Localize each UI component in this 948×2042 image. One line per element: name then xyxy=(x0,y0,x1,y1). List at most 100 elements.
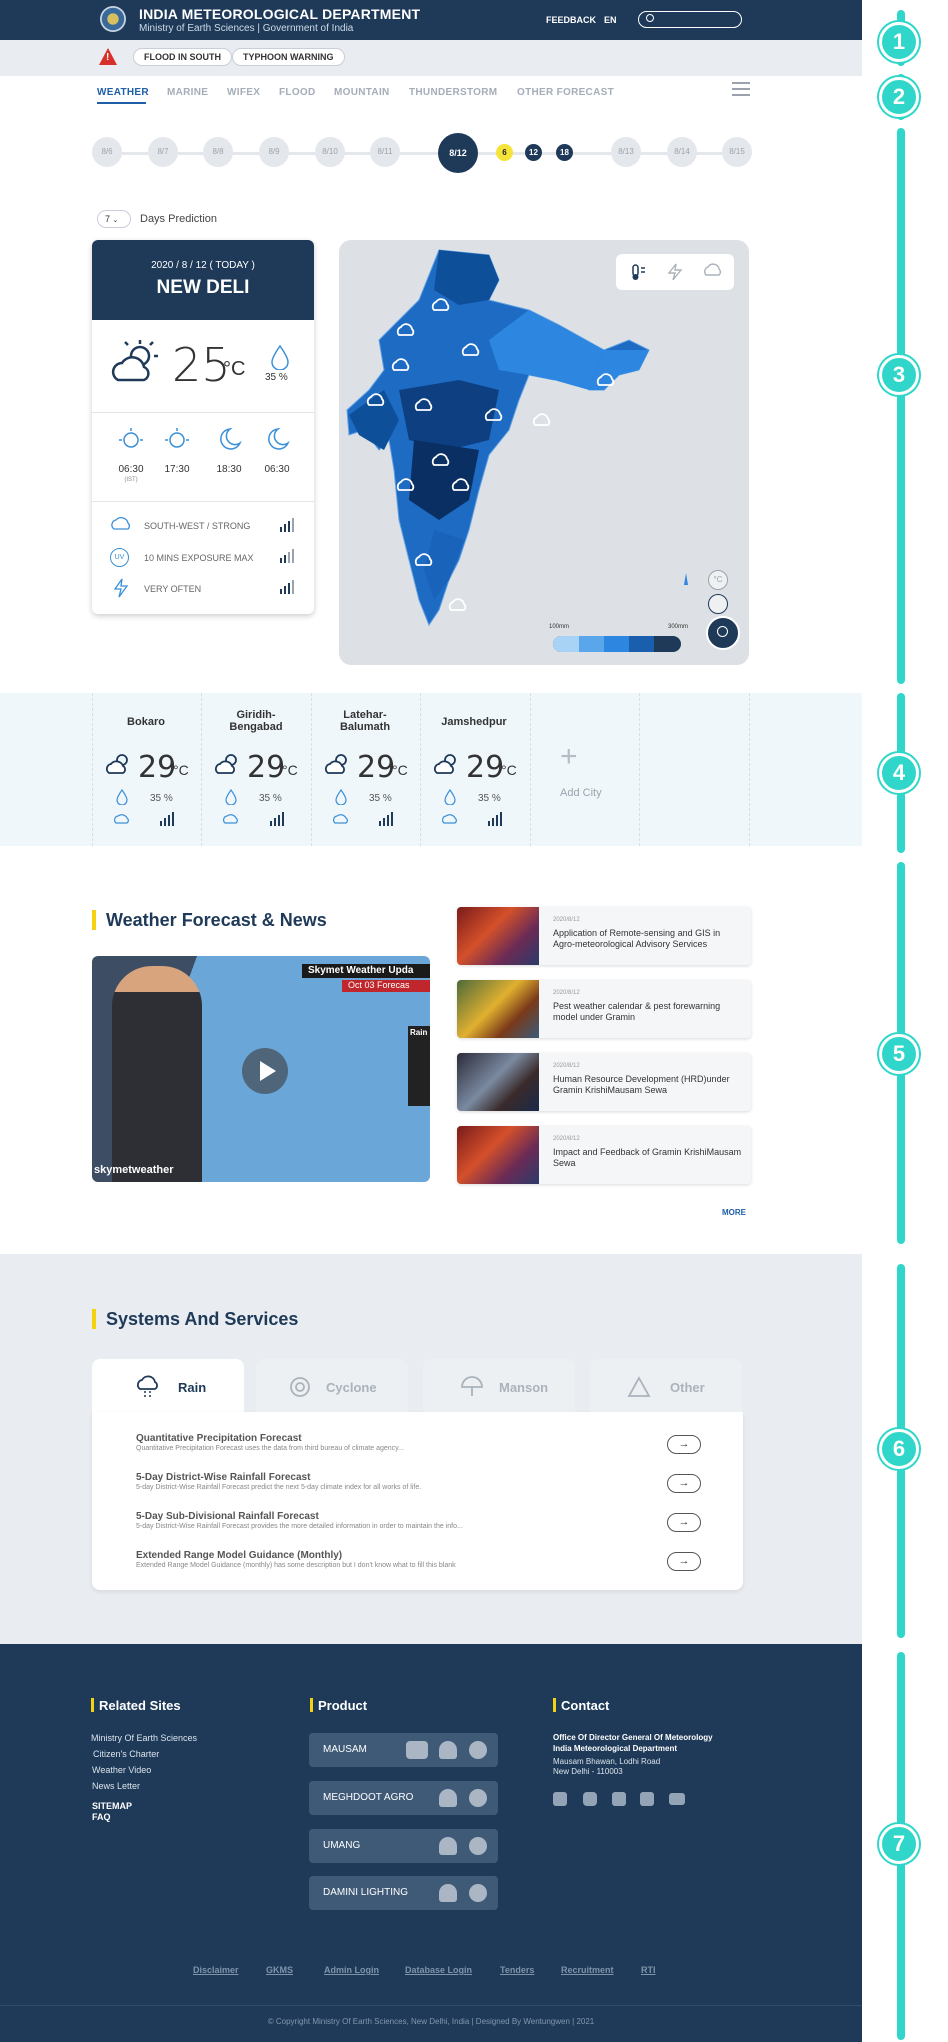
service-title[interactable]: Quantitative Precipitation Forecast xyxy=(136,1433,302,1444)
footer-bottom-link[interactable]: Database Login xyxy=(405,1965,472,1975)
timeline-day-selected[interactable]: 8/12 xyxy=(438,133,478,173)
service-arrow-button[interactable]: → xyxy=(667,1474,701,1493)
footer-bottom-link[interactable]: Tenders xyxy=(500,1965,534,1975)
apple-icon[interactable] xyxy=(469,1837,487,1855)
sitemap-link[interactable]: SITEMAP xyxy=(92,1801,132,1811)
city-name[interactable]: Jamshedpur xyxy=(424,716,524,728)
search-input[interactable] xyxy=(638,11,742,28)
product-button[interactable]: MEGHDOOT AGRO xyxy=(309,1781,498,1815)
timeline-day[interactable]: 8/7 xyxy=(148,137,178,167)
footer-bottom-link[interactable]: RTI xyxy=(641,1965,656,1975)
tab-cyclone[interactable]: Cyclone xyxy=(256,1359,408,1414)
tab-weather[interactable]: WEATHER xyxy=(97,87,149,98)
more-news-link[interactable]: MORE xyxy=(722,1208,746,1217)
humidity-icon xyxy=(116,789,128,805)
timeline-day[interactable]: 8/8 xyxy=(203,137,233,167)
news-item[interactable]: 2020/8/12 Application of Remote-sensing a… xyxy=(457,907,751,965)
city-name[interactable]: Bokaro xyxy=(96,716,196,728)
rain-toggle-icon[interactable] xyxy=(708,594,728,614)
add-city-button[interactable]: Add City xyxy=(560,787,602,799)
timeline-day[interactable]: 8/9 xyxy=(259,137,289,167)
add-city-plus-icon[interactable]: + xyxy=(560,740,578,774)
youtube-icon[interactable] xyxy=(406,1741,428,1759)
footer-link[interactable]: Citizen's Charter xyxy=(93,1749,159,1759)
timeline-day[interactable]: 8/6 xyxy=(92,137,122,167)
footer-link[interactable]: Ministry Of Earth Sciences xyxy=(91,1733,197,1743)
timeline-hour-selected[interactable]: 6 xyxy=(496,144,513,161)
india-rainfall-map[interactable]: °C 100mm 300mm xyxy=(339,240,749,665)
tab-other[interactable]: Other xyxy=(590,1359,742,1414)
language-switch[interactable]: EN xyxy=(604,15,617,25)
service-arrow-button[interactable]: → xyxy=(667,1552,701,1571)
hamburger-menu-icon[interactable] xyxy=(732,82,750,98)
play-button[interactable] xyxy=(242,1048,288,1094)
imd-logo[interactable] xyxy=(100,6,126,32)
timeline-hour[interactable]: 12 xyxy=(525,144,542,161)
android-icon[interactable] xyxy=(439,1837,457,1855)
tab-other-forecast[interactable]: OTHER FORECAST xyxy=(517,87,614,98)
timeline-day[interactable]: 8/11 xyxy=(370,137,400,167)
faq-link[interactable]: FAQ xyxy=(92,1812,111,1822)
feedback-link[interactable]: FEEDBACK xyxy=(546,15,596,25)
service-title[interactable]: 5-Day Sub-Divisional Rainfall Forecast xyxy=(136,1511,319,1522)
alert-pill-typhoon[interactable]: TYPHOON WARNING xyxy=(232,48,345,66)
service-title[interactable]: Extended Range Model Guidance (Monthly) xyxy=(136,1550,342,1561)
instagram-icon[interactable] xyxy=(583,1792,597,1806)
alert-pill-flood[interactable]: FLOOD IN SOUTH xyxy=(133,48,232,66)
tab-rain[interactable]: Rain xyxy=(92,1359,244,1414)
news-item[interactable]: 2020/8/12 Human Resource Development (HRD… xyxy=(457,1053,751,1111)
annotation-marker: 5 xyxy=(879,1034,919,1074)
partly-cloudy-icon xyxy=(434,754,456,774)
zoom-search-icon[interactable] xyxy=(706,616,740,650)
temperature-layer-icon[interactable] xyxy=(629,263,647,281)
twitter-icon[interactable] xyxy=(553,1792,567,1806)
product-button[interactable]: UMANG xyxy=(309,1829,498,1863)
footer-bottom-link[interactable]: Disclaimer xyxy=(193,1965,239,1975)
timeline-day[interactable]: 8/15 xyxy=(722,137,752,167)
india-map-shape[interactable] xyxy=(339,240,749,665)
days-select[interactable]: 7 ⌄ xyxy=(97,210,131,228)
timeline-day[interactable]: 8/14 xyxy=(667,137,697,167)
tab-thunderstorm[interactable]: THUNDERSTORM xyxy=(409,87,497,98)
news-item[interactable]: 2020/8/12 Impact and Feedback of Gramin K… xyxy=(457,1126,751,1184)
timeline-day[interactable]: 8/10 xyxy=(315,137,345,167)
service-arrow-button[interactable]: → xyxy=(667,1435,701,1454)
city-name[interactable]: Latehar- Balumath xyxy=(315,709,415,733)
tab-flood[interactable]: FLOOD xyxy=(279,87,316,98)
product-button[interactable]: MAUSAM xyxy=(309,1733,498,1767)
tab-mountain[interactable]: MOUNTAIN xyxy=(334,87,390,98)
timeline-hour[interactable]: 18 xyxy=(556,144,573,161)
lightning-layer-icon[interactable] xyxy=(666,263,684,281)
news-video-player[interactable]: Skymet Weather Upda Oct 03 Forecas Rain … xyxy=(92,956,430,1182)
apple-icon[interactable] xyxy=(469,1741,487,1759)
tab-wifex[interactable]: WIFEX xyxy=(227,87,260,98)
apple-icon[interactable] xyxy=(469,1884,487,1902)
footer-bottom-link[interactable]: Admin Login xyxy=(324,1965,379,1975)
social-icon[interactable] xyxy=(612,1792,626,1806)
footer-bottom-link[interactable]: GKMS xyxy=(266,1965,293,1975)
services-section-title: Systems And Services xyxy=(106,1309,299,1329)
tab-marine[interactable]: MARINE xyxy=(167,87,208,98)
tab-manson[interactable]: Manson xyxy=(423,1359,575,1414)
footer-bottom-link[interactable]: Recruitment xyxy=(561,1965,614,1975)
rain-layer-icon[interactable] xyxy=(702,263,722,281)
android-icon[interactable] xyxy=(439,1884,457,1902)
timeline-track xyxy=(97,152,750,155)
city-name[interactable]: Giridih- Bengabad xyxy=(206,709,306,733)
android-icon[interactable] xyxy=(439,1789,457,1807)
youtube-icon[interactable] xyxy=(669,1793,685,1805)
news-item[interactable]: 2020/8/12 Pest weather calendar & pest fo… xyxy=(457,980,751,1038)
apple-icon[interactable] xyxy=(469,1789,487,1807)
facebook-icon[interactable] xyxy=(640,1792,654,1806)
lightning-info: VERY OFTEN xyxy=(144,584,202,594)
footer-link[interactable]: Weather Video xyxy=(92,1765,151,1775)
celsius-toggle-icon[interactable]: °C xyxy=(708,570,728,590)
android-icon[interactable] xyxy=(439,1741,457,1759)
city-temp: 29 xyxy=(357,750,396,785)
timeline-day[interactable]: 8/13 xyxy=(611,137,641,167)
service-arrow-button[interactable]: → xyxy=(667,1513,701,1532)
service-title[interactable]: 5-Day District-Wise Rainfall Forecast xyxy=(136,1472,310,1483)
product-button[interactable]: DAMINI LIGHTING xyxy=(309,1876,498,1910)
footer-link[interactable]: News Letter xyxy=(92,1781,140,1791)
annotation-marker: 1 xyxy=(879,22,919,62)
